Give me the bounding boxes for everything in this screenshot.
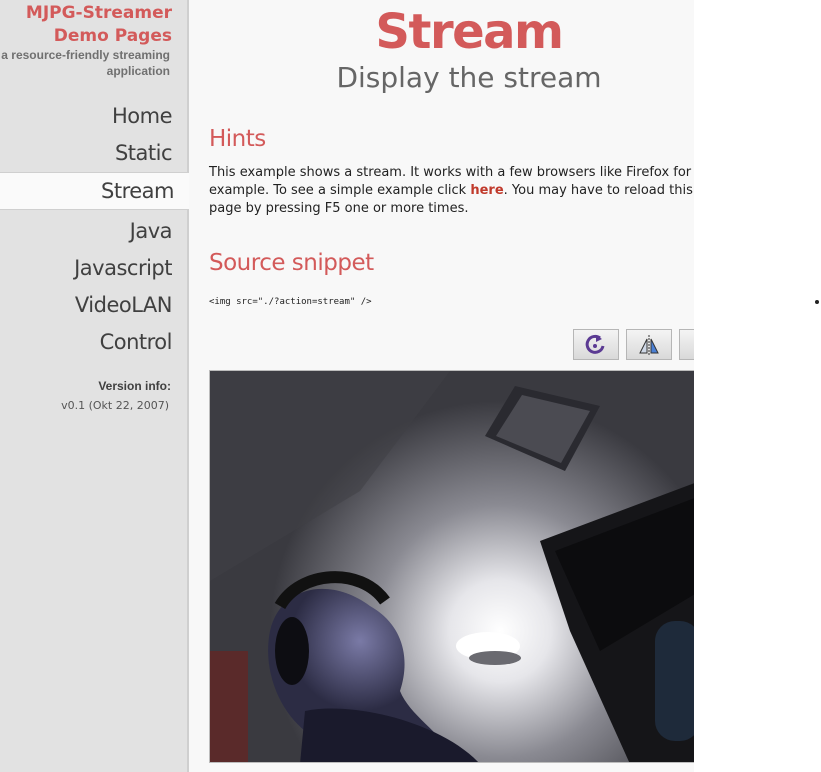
nav-javascript[interactable]: Javascript <box>0 250 187 286</box>
brand-subtitle: a resource-friendly streaming applicatio… <box>0 47 170 79</box>
flip-button[interactable] <box>626 329 672 360</box>
snippet-heading: Source snippet <box>209 250 374 276</box>
bullet-dot <box>815 300 819 304</box>
page-subtitle: Display the stream <box>336 61 602 94</box>
nav-control[interactable]: Control <box>0 324 187 360</box>
page-title: Stream <box>375 4 564 60</box>
here-link[interactable]: here <box>470 183 503 198</box>
version-value: v0.1 (Okt 22, 2007) <box>61 399 169 412</box>
nav-stream[interactable]: Stream <box>0 172 189 210</box>
nav-home[interactable]: Home <box>0 98 187 134</box>
version-label: Version info: <box>98 379 171 393</box>
code-snippet: <img src="./?action=stream" /> <box>209 297 372 307</box>
video-stream <box>209 370 694 763</box>
brand-subtitle-line2: application <box>106 64 170 78</box>
rotate-icon <box>585 334 605 354</box>
nav-static[interactable]: Static <box>0 135 187 171</box>
hints-text: This example shows a stream. It works wi… <box>209 164 694 218</box>
main-content: Stream Display the stream Hints This exa… <box>189 0 694 772</box>
nav-java[interactable]: Java <box>0 213 187 249</box>
brand-title-line1: MJPG-Streamer <box>25 3 172 23</box>
sidebar: MJPG-Streamer Demo Pages a resource-frie… <box>0 0 189 772</box>
brand-subtitle-line1: a resource-friendly streaming <box>1 48 170 62</box>
flip-icon <box>639 334 659 355</box>
brand-title-line2: Demo Pages <box>53 26 172 46</box>
hints-heading: Hints <box>209 126 266 152</box>
stream-frame <box>210 371 694 762</box>
rotate-button[interactable] <box>573 329 619 360</box>
mirror-button[interactable] <box>679 329 694 360</box>
nav-videolan[interactable]: VideoLAN <box>0 287 187 323</box>
brand-title: MJPG-Streamer Demo Pages <box>26 2 172 48</box>
